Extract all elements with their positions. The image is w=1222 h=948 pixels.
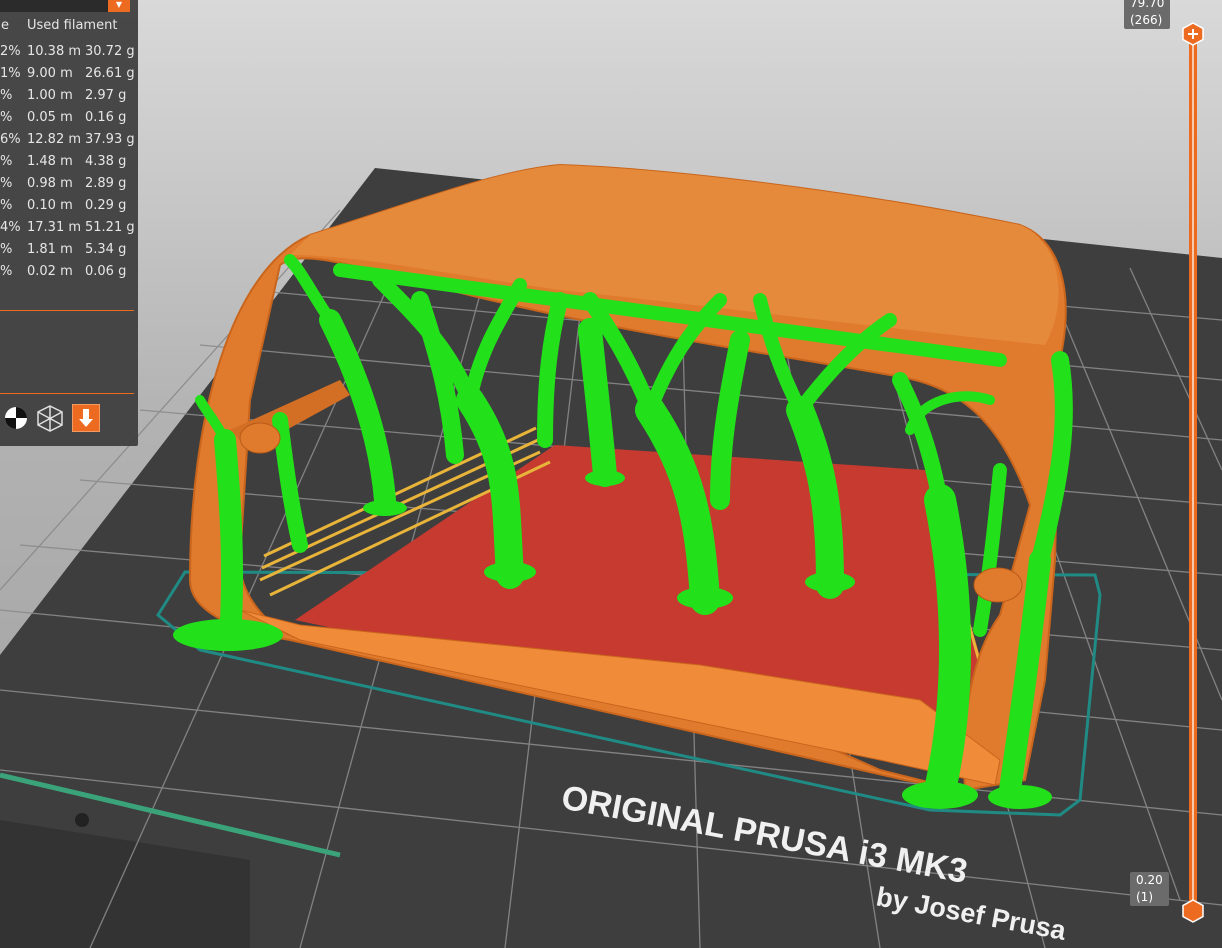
legend-weight: 5.34 g [85,242,127,257]
legend-weight: 37.93 g [85,132,135,147]
legend-length: 1.48 m [27,154,73,169]
legend-percent: % [0,264,13,279]
chevron-down-icon[interactable]: ▼ [108,0,130,12]
bottom-layer-tooltip: 0.20 (1) [1130,872,1169,906]
legend-percent: 1% [0,66,21,81]
legend-percent: % [0,198,13,213]
legend-separator [0,310,134,311]
top-layer-tooltip: 79.70 (266) [1124,0,1171,29]
legend-length: 1.00 m [27,88,73,103]
legend-length: 0.05 m [27,110,73,125]
legend-length: 12.82 m [27,132,82,147]
legend-length: 17.31 m [27,220,82,235]
legend-weight: 2.89 g [85,176,127,191]
legend-panel: ▼ e Used filament 2% 10.38 m 30.72 g 1% 9.00… [0,0,138,446]
rail-end-right [973,567,1023,603]
legend-weight: 0.06 g [85,264,127,279]
legend-weight: 51.21 g [85,220,135,235]
bottom-layer-thumb[interactable] [1182,899,1204,923]
legend-percent: % [0,242,13,257]
legend-length: 10.38 m [27,44,82,59]
view-buttons [0,404,138,436]
header-partial-label: e [1,18,9,33]
export-arrow-icon [79,409,93,427]
legend-percent: % [0,176,13,191]
legend-weight: 0.16 g [85,110,127,125]
legend-separator-bottom [0,393,134,394]
legend-percent: % [0,88,13,103]
legend-weight: 30.72 g [85,44,135,59]
rail-end-left [239,422,281,454]
used-filament-header: Used filament [27,18,118,33]
legend-percent: % [0,110,13,125]
legend-length: 0.02 m [27,264,73,279]
legend-length: 0.10 m [27,198,73,213]
top-layer-number: (266) [1130,13,1163,27]
legend-weight: 2.97 g [85,88,127,103]
legend-percent: 4% [0,220,21,235]
legend-percent: % [0,154,13,169]
legend-length: 9.00 m [27,66,73,81]
legend-percent: 6% [0,132,21,147]
3d-viewport[interactable]: ORIGINAL PRUSA i3 MK3 by Josef Prusa [0,0,1222,948]
legend-weight: 26.61 g [85,66,135,81]
bottom-layer-height: 0.20 [1136,873,1163,887]
top-layer-thumb[interactable] [1182,22,1204,46]
wireframe-cube-icon[interactable] [36,404,64,432]
export-toolpaths-button[interactable] [72,404,100,432]
legend-percent: 2% [0,44,21,59]
legend-weight: 0.29 g [85,198,127,213]
bottom-layer-number: (1) [1136,890,1153,904]
bed-screw [75,813,89,827]
center-of-gravity-icon[interactable] [2,404,30,432]
legend-length: 1.81 m [27,242,73,257]
top-layer-height: 79.70 [1130,0,1165,10]
legend-weight: 4.38 g [85,154,127,169]
legend-length: 0.98 m [27,176,73,191]
layer-slider-range [1192,40,1194,900]
view-type-combo[interactable]: ▼ [0,0,130,12]
